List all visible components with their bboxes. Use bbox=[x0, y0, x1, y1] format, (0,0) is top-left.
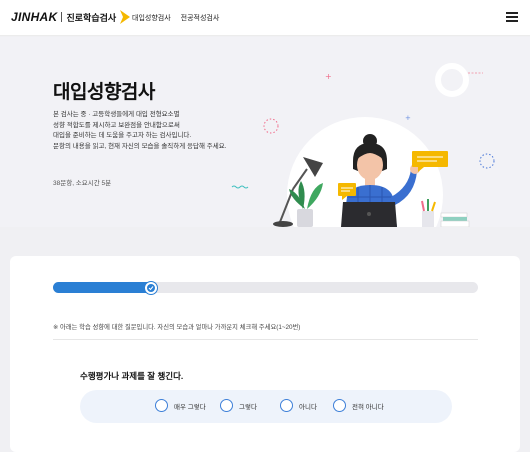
main-nav: 대입성향검사 전공적성검사 bbox=[132, 13, 219, 23]
nav-item-admission-tendency[interactable]: 대입성향검사 bbox=[132, 13, 171, 23]
option-label: 전혀 아니다 bbox=[352, 403, 384, 411]
logo-chevron-icon bbox=[120, 10, 131, 24]
option-label: 그렇다 bbox=[239, 403, 257, 411]
question-text: 수행평가나 과제를 잘 챙긴다. bbox=[80, 371, 184, 381]
option-agree[interactable]: 그렇다 bbox=[220, 399, 257, 412]
hero-illustration: + + bbox=[231, 63, 495, 227]
decor-plus-icon: + bbox=[325, 72, 332, 81]
option-label: 아니다 bbox=[299, 403, 317, 411]
site-logo[interactable]: JINHAK 진로학습검사 bbox=[11, 9, 132, 25]
logo-subtitle: 진로학습검사 bbox=[66, 12, 117, 23]
top-header: JINHAK 진로학습검사 대입성향검사 전공적성검사 bbox=[0, 0, 530, 36]
decor-plus-icon: + bbox=[405, 114, 411, 122]
decor-dotted-circle-icon bbox=[479, 153, 495, 169]
instruction-notice: ※ 아래는 학습 성향에 대한 질문입니다. 자신의 모습과 얼마나 가까운지 … bbox=[53, 324, 301, 331]
decor-wave-icon bbox=[231, 185, 249, 189]
progress-bar bbox=[53, 281, 478, 294]
logo-separator bbox=[61, 12, 63, 22]
test-meta: 38문항, 소요시간 5분 bbox=[53, 180, 112, 187]
option-strongly-agree[interactable]: 매우 그렇다 bbox=[155, 399, 206, 412]
radio-button[interactable] bbox=[155, 399, 168, 412]
decor-dotted-circle-icon bbox=[263, 118, 279, 134]
check-icon bbox=[148, 285, 154, 290]
radio-button[interactable] bbox=[280, 399, 293, 412]
hero-banner: 대입성향검사 본 검사는 중 · 고등학생들에게 대입 전형요소별 성향 적합도… bbox=[0, 37, 530, 227]
answer-options: 매우 그렇다 그렇다 아니다 전혀 아니다 bbox=[80, 390, 452, 423]
progress-knob bbox=[145, 281, 157, 294]
option-label: 매우 그렇다 bbox=[174, 403, 206, 411]
survey-card: ※ 아래는 학습 성향에 대한 질문입니다. 자신의 모습과 얼마나 가까운지 … bbox=[10, 256, 520, 452]
laptop-icon bbox=[341, 202, 397, 227]
hamburger-menu-icon[interactable] bbox=[506, 12, 518, 22]
radio-button[interactable] bbox=[333, 399, 346, 412]
books-icon bbox=[440, 212, 470, 227]
nav-item-major-aptitude[interactable]: 전공적성검사 bbox=[181, 13, 220, 23]
page-title: 대입성향검사 bbox=[53, 82, 155, 103]
decor-ring-icon bbox=[435, 63, 469, 97]
section-divider bbox=[53, 339, 478, 340]
radio-button[interactable] bbox=[220, 399, 233, 412]
progress-fill bbox=[53, 282, 155, 293]
logo-brand: JINHAK bbox=[11, 10, 58, 24]
option-strongly-disagree[interactable]: 전혀 아니다 bbox=[333, 399, 384, 412]
option-disagree[interactable]: 아니다 bbox=[280, 399, 317, 412]
